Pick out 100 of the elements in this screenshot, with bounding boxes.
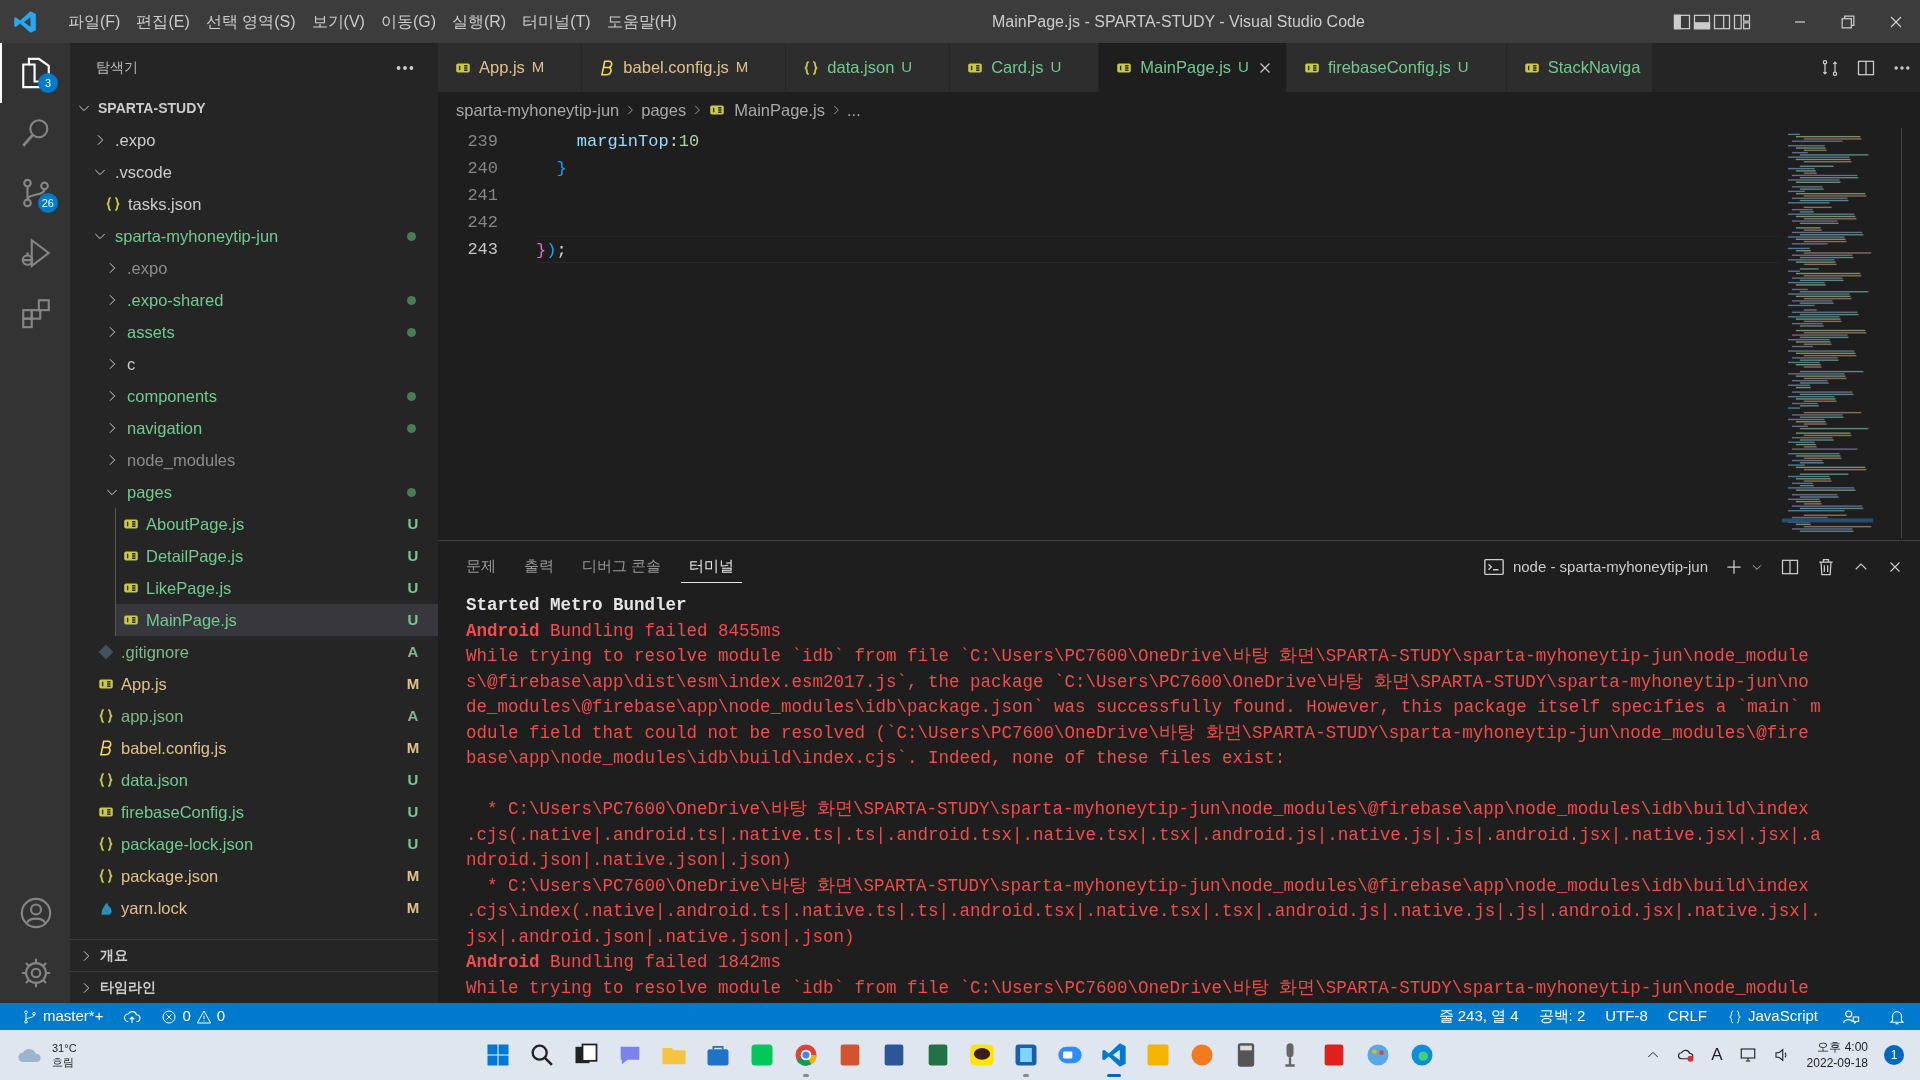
git-status-letter: U [406,769,420,790]
tree-item[interactable]: navigation [98,412,438,444]
count-badge: 3 [38,73,58,93]
tree-item[interactable]: LikePage.js U [116,572,438,604]
run-debug-icon[interactable] [19,236,53,270]
editor-tab[interactable]: StackNaviga [1506,43,1654,92]
git-status-letter: M [531,57,545,78]
tree-item[interactable]: tasks.json [98,188,438,220]
account-icon[interactable] [19,896,53,930]
menu-item[interactable]: 보기(V) [303,9,373,34]
tree-item[interactable]: data.json U [70,764,438,796]
tree-item[interactable]: node_modules [98,444,438,476]
panel-tab[interactable]: 디버그 콘솔 [574,551,670,583]
problems-indicator[interactable]: 0 0 [151,1003,236,1030]
editor-tab[interactable]: firebaseConfig.js U [1286,43,1507,92]
line-number: 239 [466,131,498,153]
tree-item[interactable]: package-lock.json U [70,828,438,860]
git-status-letter: A [406,641,420,662]
editor-tab[interactable]: App.js M [438,43,583,92]
code-line: } [555,159,567,178]
terminal-line: * C:\Users\PC7600\OneDrive\바탕 화면\SPARTA-STUDY\sparta-myhoneytip-jun\node_modules\@firebase\app\node_modules\idb\build\index [486,798,1810,821]
git-status-letter: U [406,545,420,566]
json-file-icon [104,195,122,213]
trash-icon[interactable] [1816,557,1836,577]
editor-tab[interactable]: babel.config.js M [582,43,787,92]
settings-icon[interactable] [19,956,53,990]
tree-item[interactable]: App.js M [70,668,438,700]
tree-item[interactable]: .expo [70,124,438,156]
breadcrumb-item[interactable]: sparta-myhoneytip-jun [456,97,620,123]
git-status-letter: U [406,513,420,534]
line-number: 243 [466,239,498,261]
line-number: 241 [466,185,498,207]
menu-item[interactable]: 편집(E) [128,9,198,34]
status-item[interactable]: 공백: 2 [1528,1003,1596,1030]
clock-time[interactable]: 오후 4:00 [1817,1039,1868,1055]
terminal-line: odule field that could not be resolved (`C:\Users\PC7600\OneDrive\바탕 화면\SPARTA-STUDY\sparta-myhoneytip-jun\node_modules\@fire [466,721,1810,745]
section-header[interactable]: 개요 [70,939,438,971]
menu-item[interactable]: 터미널(T) [514,9,599,34]
panel-tab[interactable]: 터미널 [681,551,743,583]
menu-item[interactable]: 선택 영역(S) [197,9,304,34]
tree-item[interactable]: .expo-shared [98,284,438,316]
tree-item[interactable]: .gitignore A [70,636,438,668]
explorer-icon[interactable] [19,56,53,90]
split-terminal-icon[interactable] [1780,557,1800,577]
plus-icon[interactable] [1724,557,1744,577]
tree-item[interactable]: babel.config.js M [70,732,438,764]
git-status-letter: U [1457,57,1469,78]
status-item[interactable]: 줄 243, 열 4 [1428,1003,1529,1030]
clock-date[interactable]: 2022-09-18 [1806,1055,1868,1071]
tree-item[interactable]: sparta-myhoneytip-jun [70,220,438,252]
git-status-letter: M [406,737,420,758]
editor-tab[interactable]: Card.js U [950,43,1100,92]
git-status-letter: M [735,57,749,78]
menu-item[interactable]: 파일(F) [60,9,129,34]
terminal-line: base\app\node_modules\idb\build\index.cjs`. Indeed, none of these files exist: [466,747,1287,770]
compare-changes-icon[interactable] [1820,57,1840,78]
terminal-line: Android Bundling failed 8455ms [466,619,783,643]
editor-tab[interactable]: MainPage.js U [1099,43,1287,92]
tree-item[interactable]: c [98,348,438,380]
menu-item[interactable]: 이동(G) [372,9,444,34]
terminal-name[interactable]: node - sparta-myhoneytip-jun [1512,555,1708,579]
menu-item[interactable]: 실행(R) [444,9,515,34]
panel-tab[interactable]: 문제 [458,551,504,583]
tree-item[interactable]: yarn.lock M [70,892,438,924]
panel-tab[interactable]: 출력 [516,551,562,583]
temperature-text: 31°C [52,1041,77,1055]
git-file-icon [97,643,115,661]
tree-item[interactable]: pages [98,476,438,508]
tree-item[interactable]: package.json M [70,860,438,892]
git-status-letter: U [406,833,420,854]
editor-tab[interactable]: data.json U [786,43,951,92]
feedback-icon[interactable] [1842,1007,1860,1026]
terminal-line: While trying to resolve module `idb` from file `C:\Users\PC7600\OneDrive\바탕 화면\SPARTA-STUDY\sparta-myhoneytip-jun\node_module [466,976,1810,1000]
status-item[interactable]: UTF-8 [1595,1003,1658,1030]
terminal-line: Android Bundling failed 1842ms [466,951,783,974]
monitor-icon[interactable] [1738,1046,1757,1064]
breadcrumb-item[interactable]: pages [641,97,687,123]
tree-item[interactable]: assets [98,316,438,348]
branch-indicator[interactable]: master*+ [12,1003,114,1030]
tree-item[interactable]: components [98,380,438,412]
tree-item[interactable]: SPARTA-STUDY [70,92,438,124]
status-item[interactable]: CRLF [1657,1003,1717,1030]
menu-item[interactable]: 도움말(H) [598,9,685,34]
input-method-indicator[interactable]: A [1711,1042,1723,1068]
json-file-icon [97,771,115,789]
git-status-letter: M [406,897,420,918]
notification-count[interactable]: 1 [1884,1045,1904,1065]
tree-item[interactable]: app.json A [70,700,438,732]
extensions-icon[interactable] [19,296,53,330]
tree-item[interactable]: DetailPage.js U [116,540,438,572]
tree-item[interactable]: AboutPage.js U [116,508,438,540]
branch-icon [22,1008,38,1025]
tree-item[interactable]: .vscode [70,156,438,188]
tree-item[interactable]: MainPage.js U [116,604,438,636]
breadcrumb-item[interactable]: ... [847,97,861,123]
breadcrumb-item[interactable]: MainPage.js [734,97,826,123]
language-mode[interactable]: JavaScript [1716,1003,1828,1030]
tree-item[interactable]: firebaseConfig.js U [70,796,438,828]
tree-item[interactable]: .expo [98,252,438,284]
app-logo-icon[interactable] [1100,1041,1128,1069]
